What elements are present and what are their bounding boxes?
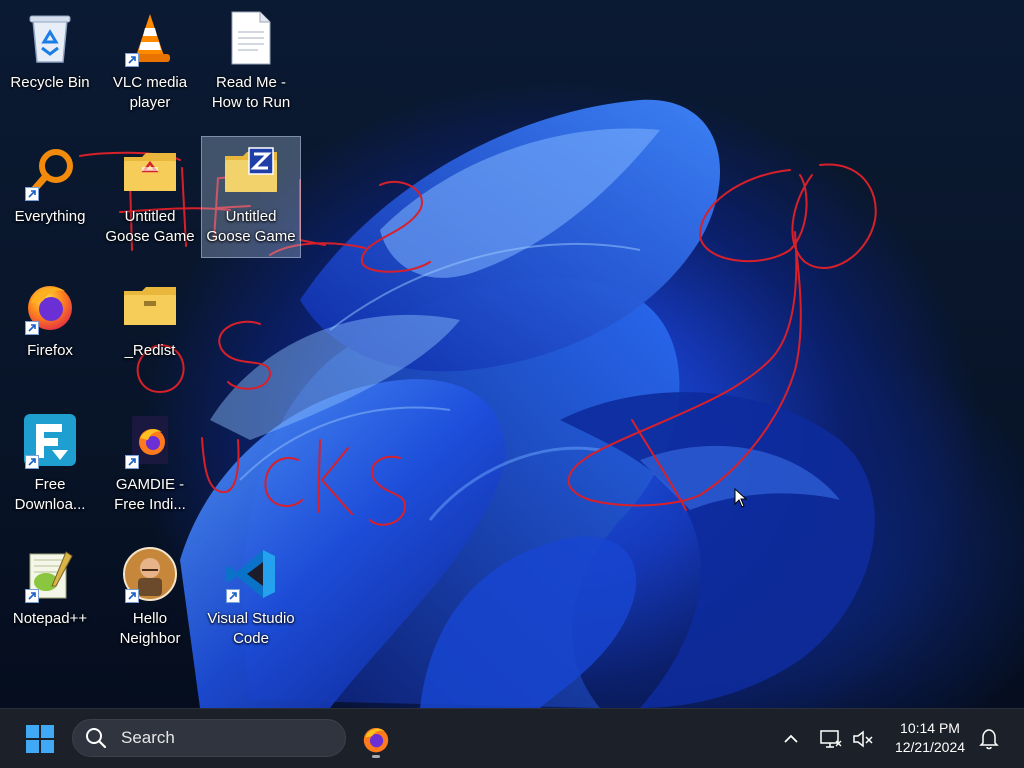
search-icon bbox=[86, 728, 107, 749]
firefox-icon bbox=[363, 727, 389, 753]
chevron-up-icon bbox=[784, 734, 798, 743]
clock-date: 12/21/2024 bbox=[894, 739, 966, 755]
hello-neighbor-icon bbox=[121, 545, 179, 603]
desktop-icon-label: _Redist bbox=[124, 342, 176, 359]
magnifier-orange-icon bbox=[21, 143, 79, 201]
tray-overflow-button[interactable] bbox=[776, 723, 806, 755]
running-indicator bbox=[372, 755, 380, 758]
tray-volume-button[interactable] bbox=[848, 723, 878, 755]
shortcut-arrow-icon bbox=[25, 455, 39, 469]
text-document-icon bbox=[222, 9, 280, 67]
tray-network-button[interactable] bbox=[816, 723, 846, 755]
taskbar-clock[interactable]: 10:14 PM 12/21/2024 bbox=[880, 719, 980, 757]
shortcut-arrow-icon bbox=[25, 589, 39, 603]
start-button[interactable] bbox=[20, 721, 60, 757]
desktop-icon-label: Untitled Goose Game bbox=[105, 208, 195, 245]
shortcut-arrow-icon bbox=[226, 589, 240, 603]
recycle-bin-icon bbox=[21, 9, 79, 67]
desktop-icon-label: Everything bbox=[14, 208, 86, 225]
desktop-icon-label: Read Me - How to Run bbox=[211, 74, 291, 111]
clock-time: 10:14 PM bbox=[900, 720, 960, 736]
shortcut-arrow-icon bbox=[125, 53, 139, 67]
desktop-icon-read-me[interactable]: Read Me - How to Run bbox=[201, 2, 301, 124]
taskbar: 10:14 PM 12/21/2024 bbox=[0, 708, 1024, 768]
shortcut-arrow-icon bbox=[125, 455, 139, 469]
desktop-icon-redist-folder[interactable]: _Redist bbox=[100, 270, 200, 392]
shortcut-arrow-icon bbox=[25, 187, 39, 201]
firefox-icon bbox=[21, 277, 79, 335]
volume-muted-icon bbox=[853, 730, 873, 748]
mouse-cursor-icon bbox=[734, 487, 748, 513]
desktop-icon-label: Hello Neighbor bbox=[119, 610, 181, 647]
folder-icon bbox=[121, 277, 179, 335]
desktop-icon-label: Untitled Goose Game bbox=[206, 208, 296, 245]
desktop-icon-hello-neighbor[interactable]: Hello Neighbor bbox=[100, 538, 200, 660]
desktop-icon-label: GAMDIE - Free Indi... bbox=[114, 476, 186, 513]
desktop-icon-free-download-manager[interactable]: Free Downloa... bbox=[0, 404, 100, 526]
desktop-icon-untitled-goose-game-archive[interactable]: Untitled Goose Game bbox=[201, 136, 301, 258]
desktop-icon-vlc[interactable]: VLC media player bbox=[100, 2, 200, 124]
bell-icon bbox=[979, 729, 999, 750]
folder-icon bbox=[121, 143, 179, 201]
taskbar-search[interactable] bbox=[72, 719, 346, 757]
vscode-icon bbox=[222, 545, 280, 603]
desktop-icon-firefox[interactable]: Firefox bbox=[0, 270, 100, 392]
notification-center-button[interactable] bbox=[974, 723, 1004, 755]
free-download-manager-icon bbox=[21, 411, 79, 469]
desktop-icon-label: Firefox bbox=[27, 342, 73, 359]
search-input[interactable] bbox=[119, 727, 323, 749]
desktop-icon-visual-studio-code[interactable]: Visual Studio Code bbox=[201, 538, 301, 660]
desktop-icon-label: Free Downloa... bbox=[14, 476, 86, 513]
shortcut-arrow-icon bbox=[25, 321, 39, 335]
desktop-icon-label: Recycle Bin bbox=[10, 74, 90, 91]
zip-archive-icon bbox=[222, 143, 280, 201]
network-icon bbox=[820, 730, 842, 748]
shortcut-arrow-icon bbox=[125, 589, 139, 603]
notepad-plus-plus-icon bbox=[21, 545, 79, 603]
desktop-icon-label: VLC media player bbox=[112, 74, 188, 111]
firefox-document-icon bbox=[121, 411, 179, 469]
desktop-icon-label: Notepad++ bbox=[12, 610, 88, 627]
desktop-icon-everything[interactable]: Everything bbox=[0, 136, 100, 258]
vlc-cone-icon bbox=[121, 9, 179, 67]
taskbar-app-firefox[interactable] bbox=[356, 719, 396, 759]
desktop-icon-recycle-bin[interactable]: Recycle Bin bbox=[0, 2, 100, 124]
windows-logo-icon bbox=[26, 725, 54, 753]
desktop-icon-notepad-plus-plus[interactable]: Notepad++ bbox=[0, 538, 100, 660]
desktop-icon-gamdie[interactable]: GAMDIE - Free Indi... bbox=[100, 404, 200, 526]
desktop-icon-label: Visual Studio Code bbox=[207, 610, 295, 647]
desktop-icon-untitled-goose-game-folder[interactable]: Untitled Goose Game bbox=[100, 136, 200, 258]
